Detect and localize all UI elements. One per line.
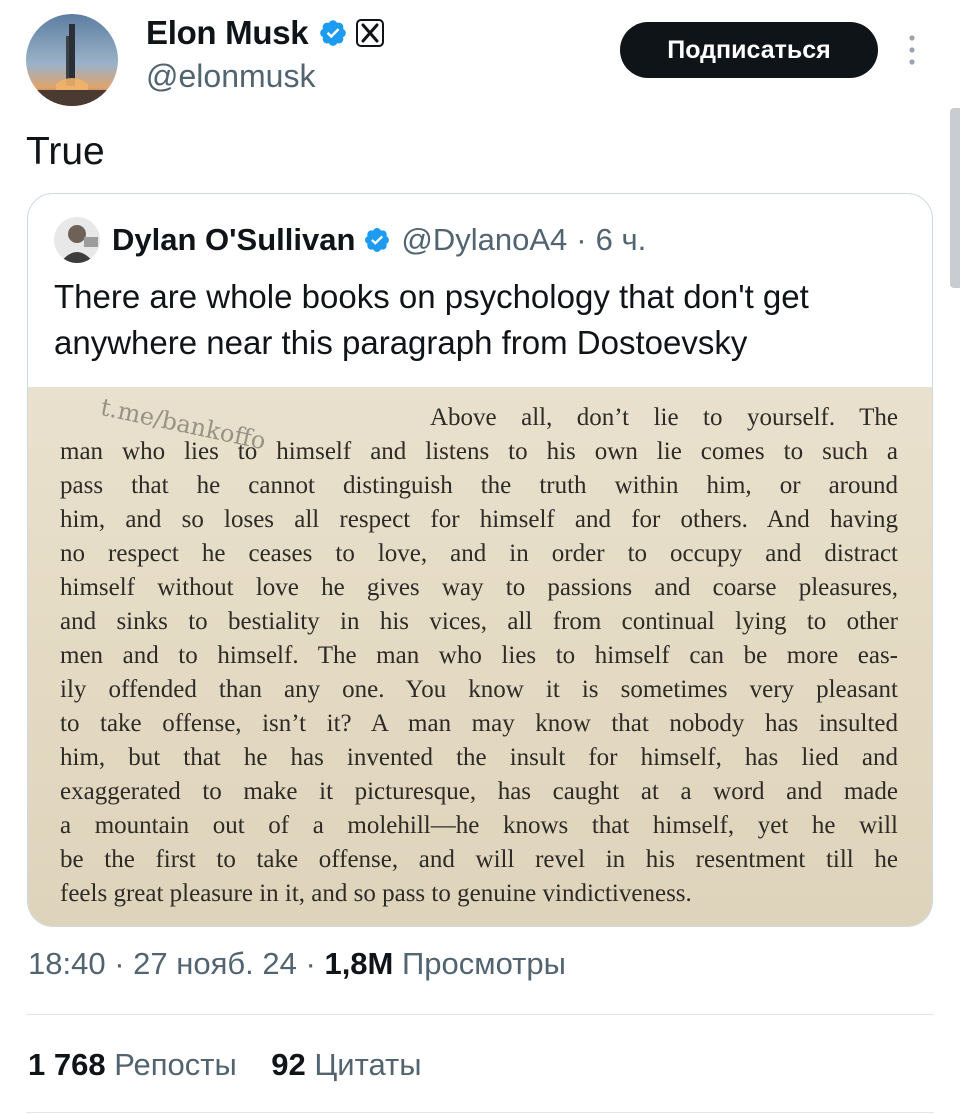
reposts-count: 1 768	[28, 1047, 106, 1082]
scrollbar-thumb[interactable]	[950, 108, 960, 288]
quote-author-name[interactable]: Dylan O'Sullivan	[112, 222, 355, 258]
x-logo-icon	[356, 19, 385, 47]
rocket-launch-avatar	[26, 14, 118, 106]
views-label: Просмотры	[402, 946, 566, 981]
tweet-text: True	[26, 130, 105, 173]
verified-badge-icon	[320, 20, 347, 46]
quotes-count: 92	[271, 1047, 306, 1082]
quote-header: Dylan O'Sullivan @DylanoA4 · 6 ч.	[54, 217, 646, 263]
book-line: Above all, don’t lie to yourself. The	[430, 404, 898, 431]
book-line: feels great pleasure in it, and so pass …	[60, 880, 692, 907]
author-name-row: Elon Musk	[146, 14, 385, 52]
book-page-image[interactable]: t.me/bankoffo Above all, don’t lie to yo…	[28, 387, 932, 926]
person-avatar-icon	[54, 217, 100, 263]
quotes-stat[interactable]: 92 Цитаты	[271, 1047, 421, 1082]
quote-separator: ·	[576, 222, 587, 257]
quote-text: There are whole books on psychology that…	[54, 278, 809, 361]
book-line: and sinks to bestiality in his vices, al…	[60, 608, 898, 635]
divider	[26, 1112, 934, 1113]
author-handle[interactable]: @elonmusk	[146, 58, 315, 95]
quote-timestamp[interactable]: 6 ч.	[596, 222, 647, 258]
tweet-stats: 1 768 Репосты 92 Цитаты	[28, 1047, 421, 1083]
divider	[26, 1014, 934, 1015]
book-line: be the first to take offense, and will r…	[60, 846, 898, 873]
book-line: man who lies to himself and listens to h…	[60, 438, 898, 465]
author-display-name[interactable]: Elon Musk	[146, 14, 309, 52]
tweet-meta: 18:40 · 27 нояб. 24 · 1,8M Просмотры	[28, 946, 566, 982]
reposts-stat[interactable]: 1 768 Репосты	[28, 1047, 245, 1082]
verified-badge-icon	[365, 228, 390, 252]
more-vertical-icon[interactable]	[902, 30, 922, 70]
tweet-date[interactable]: 27 нояб. 24	[133, 946, 297, 981]
book-paragraph: Above all, don’t lie to yourself. The ma…	[60, 401, 898, 911]
book-line: no respect he ceases to love, and in ord…	[60, 540, 898, 567]
meta-separator: ·	[114, 946, 125, 981]
book-line: ily offended than any one. You know it i…	[60, 676, 898, 703]
tweet-time[interactable]: 18:40	[28, 946, 106, 981]
quote-author-avatar[interactable]	[54, 217, 100, 263]
subscribe-button[interactable]: Подписаться	[620, 22, 878, 78]
book-line: exaggerated to make it picturesque, has …	[60, 778, 898, 805]
book-line: pass that he cannot distinguish the trut…	[60, 472, 898, 499]
book-line: him, but that he has invented the insult…	[60, 744, 898, 771]
reposts-label: Репосты	[114, 1047, 237, 1082]
author-avatar[interactable]	[26, 14, 118, 106]
book-line: men and to himself. The man who lies to …	[60, 642, 898, 669]
book-line: a mountain out of a molehill—he knows th…	[60, 812, 898, 839]
book-line: him, and so loses all respect for himsel…	[60, 506, 898, 533]
views-count: 1,8M	[324, 946, 394, 981]
book-line: to take offense, isn’t it? A man may kno…	[60, 710, 898, 737]
quotes-label: Цитаты	[314, 1047, 422, 1082]
book-line: himself without love he gives way to pas…	[60, 574, 898, 601]
meta-separator: ·	[305, 946, 316, 981]
quoted-tweet-card[interactable]: Dylan O'Sullivan @DylanoA4 · 6 ч. There …	[27, 193, 933, 927]
quote-author-handle[interactable]: @DylanoA4	[401, 222, 567, 258]
